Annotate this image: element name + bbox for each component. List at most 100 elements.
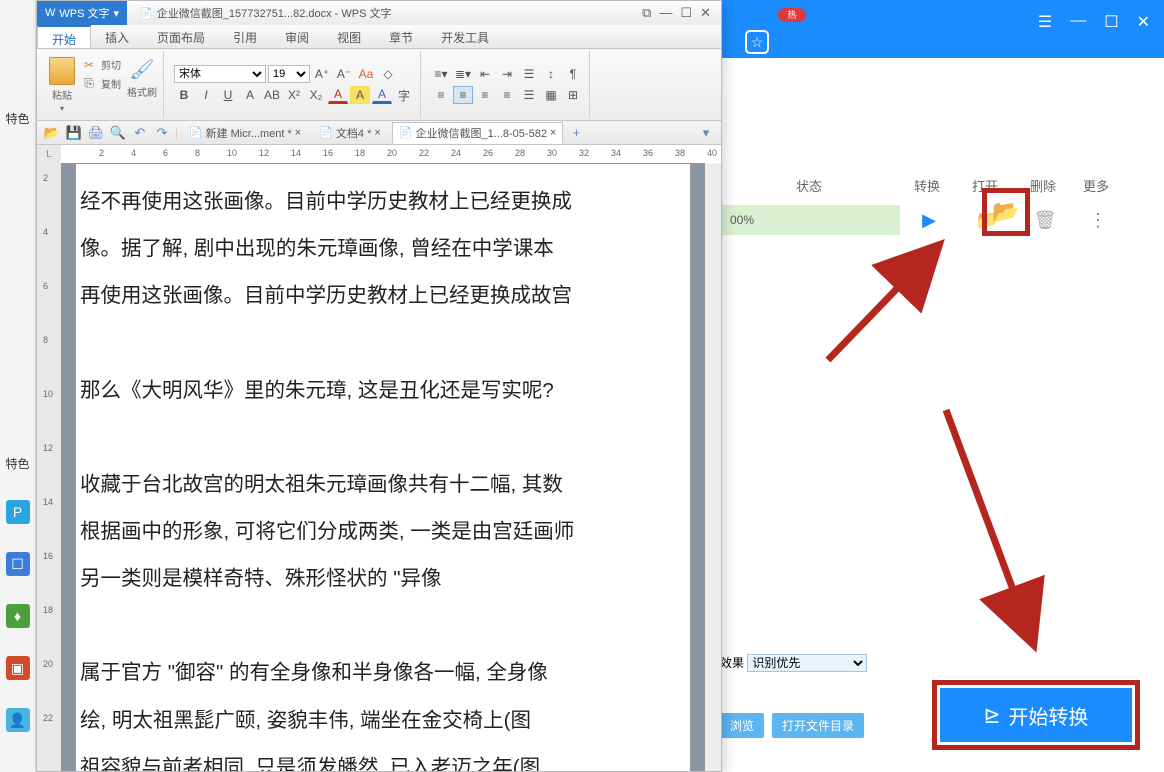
cut-icon[interactable]: ✂ — [81, 57, 97, 73]
highlight-button[interactable]: AB — [262, 86, 282, 104]
wps-maximize-icon[interactable]: ☐ — [680, 5, 692, 21]
tab-dev[interactable]: 开发工具 — [427, 25, 503, 48]
feature-convert-dropdown[interactable]: 特色转换 ▾ — [720, 68, 782, 87]
bold-button[interactable]: B — [174, 86, 194, 104]
document-icon: 📄 — [139, 7, 153, 20]
sort-button[interactable]: ↕ — [541, 65, 561, 83]
close-icon[interactable]: ✕ — [1137, 12, 1150, 32]
tab-layout[interactable]: 页面布局 — [143, 25, 219, 48]
paragraph-group: ≡▾ ≣▾ ⇤ ⇥ ☰ ↕ ¶ ≡ ≡ ≡ ≡ ☰ ▦ ⊞ — [425, 51, 590, 118]
tab-list-icon[interactable]: ▾ — [697, 124, 715, 142]
start-button-highlight: ⊵ 开始转换 — [932, 680, 1140, 750]
qa-undo-icon[interactable]: ↶ — [131, 124, 149, 142]
preview-button[interactable]: 浏览 — [720, 713, 764, 738]
wps-brand[interactable]: WWPS 文字▾ — [37, 1, 127, 25]
grow-font-button[interactable]: A⁺ — [312, 65, 332, 83]
wps-titlebar: WWPS 文字▾ 📄 企业微信截图_157732751...82.docx - … — [37, 1, 721, 25]
new-tab-icon[interactable]: + — [567, 124, 585, 142]
strike-button[interactable]: A — [240, 86, 260, 104]
favorite-icon[interactable]: ☆ — [745, 30, 769, 54]
open-dir-button[interactable]: 打开文件目录 — [772, 713, 864, 738]
tab-review[interactable]: 审阅 — [271, 25, 323, 48]
close-tab-icon[interactable]: × — [295, 127, 301, 139]
ribbon-tabs: 开始 插入 页面布局 引用 审阅 视图 章节 开发工具 — [37, 25, 721, 49]
tab-insert[interactable]: 插入 — [91, 25, 143, 48]
font-family-select[interactable]: 宋体 — [174, 65, 266, 83]
effect-select[interactable]: 识别优先 — [747, 654, 867, 672]
wps-close-icon[interactable]: ✕ — [700, 5, 711, 21]
italic-button[interactable]: I — [196, 86, 216, 104]
converter-topbar: 热 ☆ ☰ — ☐ ✕ 特色转换 ▾ — [720, 0, 1164, 58]
tab-start[interactable]: 开始 — [37, 25, 91, 48]
maximize-icon[interactable]: ☐ — [1104, 12, 1118, 32]
doc-tab-active[interactable]: 📄企业微信截图_1...8-05-582× — [392, 122, 564, 144]
phonetic-button[interactable]: 字 — [394, 86, 414, 104]
text-bg-button[interactable]: A — [350, 86, 370, 104]
paste-button[interactable]: 粘贴▾ — [49, 57, 75, 113]
subscript-button[interactable]: X₂ — [306, 86, 326, 104]
show-marks-button[interactable]: ¶ — [563, 65, 583, 83]
superscript-button[interactable]: X² — [284, 86, 304, 104]
numbering-button[interactable]: ≣▾ — [453, 65, 473, 83]
align-center-button[interactable]: ≡ — [453, 86, 473, 104]
wps-window: WWPS 文字▾ 📄 企业微信截图_157732751...82.docx - … — [36, 0, 722, 772]
tab-chapter[interactable]: 章节 — [375, 25, 427, 48]
qa-open-icon[interactable]: 📂 — [43, 124, 61, 142]
line-spacing-button[interactable]: ☰ — [519, 65, 539, 83]
vertical-scrollbar[interactable] — [705, 163, 721, 771]
doc-icon: 📄 — [399, 126, 413, 139]
ribbon-collapse-icon[interactable]: ⧉ — [642, 5, 651, 21]
qa-print-icon[interactable]: 🖨 — [87, 124, 105, 142]
clear-format-button[interactable]: ◇ — [378, 65, 398, 83]
qa-preview-icon[interactable]: 🔍 — [109, 124, 127, 142]
clipboard-group: 粘贴▾ ✂剪切 ⎘复制 🖌格式刷 — [43, 51, 164, 118]
folder-highlight-box: 📂 — [982, 188, 1030, 236]
tab-view[interactable]: 视图 — [323, 25, 375, 48]
distribute-button[interactable]: ☰ — [519, 86, 539, 104]
sidebar-app-icon-1[interactable]: P — [6, 500, 30, 524]
align-right-button[interactable]: ≡ — [475, 86, 495, 104]
start-convert-button[interactable]: ⊵ 开始转换 — [940, 688, 1132, 742]
minimize-icon[interactable]: — — [1070, 12, 1086, 32]
hot-badge: 热 — [778, 8, 806, 22]
font-group: 宋体 19 A⁺ A⁻ Aa ◇ B I U A AB X² X₂ A A A … — [168, 51, 421, 118]
change-case-button[interactable]: Aa — [356, 65, 376, 83]
qa-redo-icon[interactable]: ↷ — [153, 124, 171, 142]
font-color2-button[interactable]: A — [372, 86, 392, 104]
sidebar-label-2: 特色 — [5, 455, 29, 472]
borders-button[interactable]: ⊞ — [563, 86, 583, 104]
close-tab-icon[interactable]: × — [374, 127, 380, 139]
vertical-ruler[interactable]: 246810121416182022 — [37, 163, 61, 771]
align-left-button[interactable]: ≡ — [431, 86, 451, 104]
play-icon[interactable]: ▶ — [900, 210, 958, 231]
doc-tab-2[interactable]: 📄文档4 *× — [312, 122, 388, 144]
copy-icon[interactable]: ⎘ — [81, 76, 97, 92]
indent-dec-button[interactable]: ⇤ — [475, 65, 495, 83]
bullets-button[interactable]: ≡▾ — [431, 65, 451, 83]
sidebar-app-icon-2[interactable]: ☐ — [6, 552, 30, 576]
qa-save-icon[interactable]: 💾 — [65, 124, 83, 142]
sidebar-label-1: 特色 — [5, 110, 29, 127]
menu-icon[interactable]: ☰ — [1038, 12, 1052, 32]
doc-icon: 📄 — [319, 126, 333, 139]
tab-reference[interactable]: 引用 — [219, 25, 271, 48]
shading-button[interactable]: ▦ — [541, 86, 561, 104]
align-justify-button[interactable]: ≡ — [497, 86, 517, 104]
document-area[interactable]: 经不再使用这张画像。目前中学历史教材上已经更换成像。据了解, 剧中出现的朱元璋画… — [61, 163, 705, 771]
shrink-font-button[interactable]: A⁻ — [334, 65, 354, 83]
wps-minimize-icon[interactable]: — — [659, 5, 672, 21]
font-size-select[interactable]: 19 — [268, 65, 310, 83]
table-header: 状态 转换 打开 删除 更多 — [720, 170, 1164, 201]
doc-tab-1[interactable]: 📄新建 Micr...ment *× — [182, 122, 308, 144]
sidebar-app-icon-3[interactable]: ♦ — [6, 604, 30, 628]
close-tab-icon[interactable]: × — [550, 127, 556, 139]
folder-open-icon[interactable]: 📂 — [992, 199, 1019, 225]
sidebar-app-icon-4[interactable]: ▣ — [6, 656, 30, 680]
font-color-button[interactable]: A — [328, 86, 348, 104]
more-icon[interactable]: ⋮ — [1074, 210, 1122, 231]
sidebar-app-icon-5[interactable]: 👤 — [6, 708, 30, 732]
underline-button[interactable]: U — [218, 86, 238, 104]
indent-inc-button[interactable]: ⇥ — [497, 65, 517, 83]
page-content[interactable]: 经不再使用这张画像。目前中学历史教材上已经更换成像。据了解, 剧中出现的朱元璋画… — [75, 163, 691, 771]
format-painter-button[interactable]: 🖌格式刷 — [127, 57, 157, 113]
